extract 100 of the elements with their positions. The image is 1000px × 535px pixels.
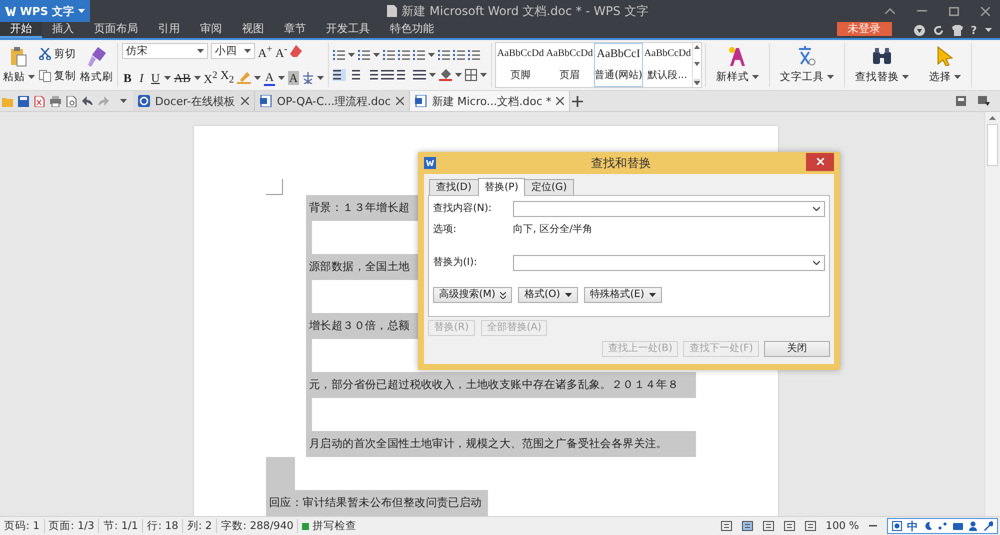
caret-icon[interactable]	[28, 74, 35, 78]
wrench-icon[interactable]	[983, 521, 993, 531]
print-preview-icon[interactable]	[66, 96, 77, 106]
style-preset[interactable]: AaBbCcDd 页眉	[545, 43, 594, 87]
subscript-button[interactable]: X$_{2}$	[220, 68, 234, 88]
caret-icon[interactable]	[164, 76, 171, 80]
italic-button[interactable]: I	[136, 70, 147, 84]
caret-icon[interactable]	[317, 76, 324, 80]
shrink-font-button[interactable]: A$^{-}$	[275, 42, 288, 60]
close-icon[interactable]	[981, 6, 990, 16]
justify-icon[interactable]	[381, 69, 394, 81]
collapse-icon[interactable]	[885, 8, 895, 14]
caret-icon[interactable]	[455, 73, 462, 77]
caret-icon[interactable]	[78, 9, 85, 13]
bullet-list-icon[interactable]	[333, 49, 346, 61]
new-tab-icon[interactable]	[572, 96, 584, 106]
select-tool-button[interactable]: 选择	[923, 46, 968, 84]
font-size-dropdown[interactable]: 小四	[211, 43, 255, 60]
borders-icon[interactable]	[465, 69, 478, 81]
menu-tab[interactable]: 引用	[148, 22, 190, 38]
align-center-icon[interactable]	[349, 69, 362, 81]
minimize-icon[interactable]	[917, 10, 927, 12]
find-tool-button[interactable]: 查找替换	[849, 46, 916, 84]
person-icon[interactable]	[968, 521, 978, 531]
ime-toolbar[interactable]: 中	[887, 518, 998, 534]
caret-icon[interactable]	[373, 53, 380, 57]
cut-button[interactable]: 剪切	[39, 47, 76, 61]
menu-tab[interactable]: 开发工具	[316, 22, 380, 38]
style-preset[interactable]: AaBbCcDd 默认段...	[643, 43, 692, 87]
close-icon[interactable]	[556, 97, 564, 105]
help-button[interactable]: ?	[970, 24, 977, 36]
caret-icon[interactable]	[902, 75, 910, 79]
align-left-icon[interactable]	[333, 69, 346, 81]
caret-icon[interactable]	[480, 73, 488, 77]
tab-menu-icon[interactable]	[978, 96, 990, 106]
close-icon[interactable]	[241, 97, 249, 105]
dialog-tab[interactable]: 查找(D)	[429, 179, 479, 195]
print-icon[interactable]	[50, 96, 61, 106]
caret-icon[interactable]	[197, 49, 204, 54]
option-button[interactable]: 格式(O)	[518, 287, 578, 303]
copy-button[interactable]: 复制	[39, 69, 76, 83]
more-styles-icon[interactable]	[694, 79, 700, 85]
maximize-icon[interactable]	[949, 6, 959, 16]
superscript-button[interactable]: X$^{2}$	[204, 69, 218, 86]
bold-button[interactable]: B	[122, 70, 133, 84]
document-tab[interactable]: Docer-在线模板	[133, 91, 255, 111]
moon-icon[interactable]	[923, 521, 933, 531]
scroll-up-icon[interactable]	[694, 45, 700, 49]
ime-logo-icon[interactable]	[892, 521, 902, 531]
style-preset[interactable]: AaBbCcI 普通(网站)	[594, 43, 644, 87]
font-name-dropdown[interactable]: 仿宋	[122, 43, 208, 60]
menu-tab[interactable]: 插入	[42, 22, 84, 38]
reading-view-icon[interactable]	[804, 521, 816, 531]
caret-icon[interactable]	[278, 76, 286, 80]
option-button[interactable]: 特殊格式(E)	[584, 287, 662, 303]
close-button[interactable]	[806, 152, 834, 170]
caret-icon[interactable]	[429, 73, 436, 77]
menu-tab[interactable]: 特色功能	[380, 22, 444, 38]
shield-icon[interactable]	[914, 24, 925, 36]
caret-icon[interactable]	[752, 75, 760, 79]
app-menu-button[interactable]: WPS 文字	[0, 0, 90, 22]
increase-indent-icon[interactable]	[398, 49, 410, 61]
style-preset[interactable]: AaBbCcDd 页脚	[496, 43, 546, 87]
style-tool-button[interactable]: 新样式	[710, 46, 766, 84]
menu-tab[interactable]: 审阅	[190, 22, 232, 38]
shirt-icon[interactable]	[952, 24, 963, 36]
caret-icon[interactable]	[827, 75, 834, 79]
format-painter-button[interactable]: 格式刷	[80, 46, 113, 84]
keyboard-icon[interactable]	[953, 521, 963, 531]
strikethrough-button[interactable]: AB	[174, 70, 191, 84]
dialog-tab[interactable]: 定位(G)	[524, 179, 574, 195]
spell-check-button[interactable]: 拼写检查	[298, 519, 360, 533]
page-view-icon[interactable]	[742, 521, 753, 531]
caret-icon[interactable]	[348, 53, 356, 57]
text-tool-button[interactable]: 文字工具	[774, 46, 840, 84]
login-button[interactable]: 未登录	[836, 22, 892, 36]
caret-icon[interactable]	[985, 28, 992, 32]
find-text-field[interactable]	[513, 201, 825, 217]
grow-font-button[interactable]: A$^{+}$	[258, 42, 272, 60]
undo-icon[interactable]	[82, 96, 93, 106]
underline-button[interactable]: U	[150, 70, 161, 84]
document-tab[interactable]: 新建 Micro...文档.doc *	[410, 91, 570, 111]
dialog-tab[interactable]: 替换(P)	[478, 178, 526, 196]
menu-tab[interactable]: 开始	[0, 22, 42, 38]
fill-bucket-icon[interactable]	[439, 69, 452, 81]
refresh-icon[interactable]	[932, 24, 944, 36]
caret-icon[interactable]	[244, 49, 251, 54]
caret-icon[interactable]	[254, 76, 262, 80]
caret-icon[interactable]	[120, 99, 127, 103]
scroll-down-icon[interactable]	[694, 62, 700, 66]
menu-tab[interactable]: 视图	[232, 22, 274, 38]
vertical-scrollbar[interactable]	[984, 112, 1000, 516]
eraser-icon[interactable]	[290, 45, 302, 58]
save-icon[interactable]	[18, 96, 29, 106]
fullscreen-icon[interactable]	[720, 521, 732, 531]
font-color-button[interactable]: A	[264, 70, 276, 86]
paste-button[interactable]: 粘贴	[3, 46, 35, 84]
caret-icon[interactable]	[428, 53, 436, 57]
pdf-export-icon[interactable]	[34, 96, 45, 106]
caret-icon[interactable]	[954, 75, 962, 79]
